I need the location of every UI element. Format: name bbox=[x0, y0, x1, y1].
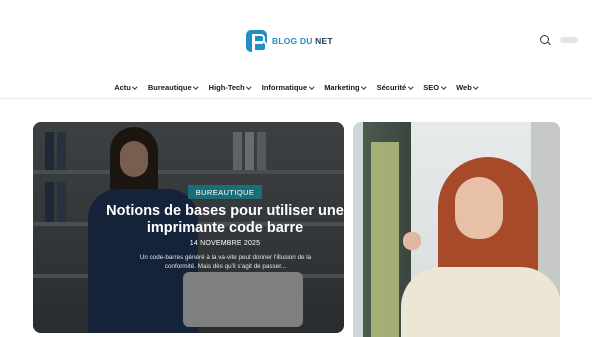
nav-item-securite[interactable]: Sécurité bbox=[371, 83, 418, 92]
nav-item-high-tech[interactable]: High-Tech bbox=[203, 83, 256, 92]
chevron-down-icon bbox=[246, 84, 252, 89]
nav-item-marketing[interactable]: Marketing bbox=[319, 83, 371, 92]
category-badge[interactable]: BUREAUTIQUE bbox=[188, 185, 262, 199]
chevron-down-icon bbox=[193, 84, 199, 89]
nav-item-informatique[interactable]: Informatique bbox=[256, 83, 318, 92]
search-icon[interactable] bbox=[540, 35, 551, 46]
chevron-down-icon bbox=[132, 84, 138, 89]
nav-item-actu[interactable]: Actu bbox=[109, 83, 143, 92]
nav-item-web[interactable]: Web bbox=[451, 83, 484, 92]
site-header: BLOG DU NET Actu Bureautique High-Tech I… bbox=[0, 0, 592, 99]
dark-mode-toggle[interactable] bbox=[560, 37, 578, 43]
chevron-down-icon bbox=[440, 84, 446, 89]
nav-item-seo[interactable]: SEO bbox=[418, 83, 451, 92]
nav-item-bureautique[interactable]: Bureautique bbox=[142, 83, 203, 92]
chevron-down-icon bbox=[308, 84, 314, 89]
logo-mark-icon bbox=[246, 30, 267, 52]
post-date: 14 NOVEMBRE 2025 bbox=[189, 240, 261, 247]
post-excerpt: Un code-barres généré à la va-vite peut … bbox=[139, 254, 312, 270]
chevron-down-icon bbox=[473, 84, 479, 89]
main-nav: Actu Bureautique High-Tech Informatique … bbox=[0, 83, 592, 92]
secondary-post-card[interactable] bbox=[353, 122, 560, 337]
post-title[interactable]: Notions de bases pour utiliser une impri… bbox=[104, 203, 346, 237]
chevron-down-icon bbox=[361, 84, 367, 89]
logo-text: BLOG DU NET bbox=[272, 36, 333, 46]
site-logo[interactable]: BLOG DU NET bbox=[246, 29, 333, 53]
chevron-down-icon bbox=[408, 84, 413, 89]
